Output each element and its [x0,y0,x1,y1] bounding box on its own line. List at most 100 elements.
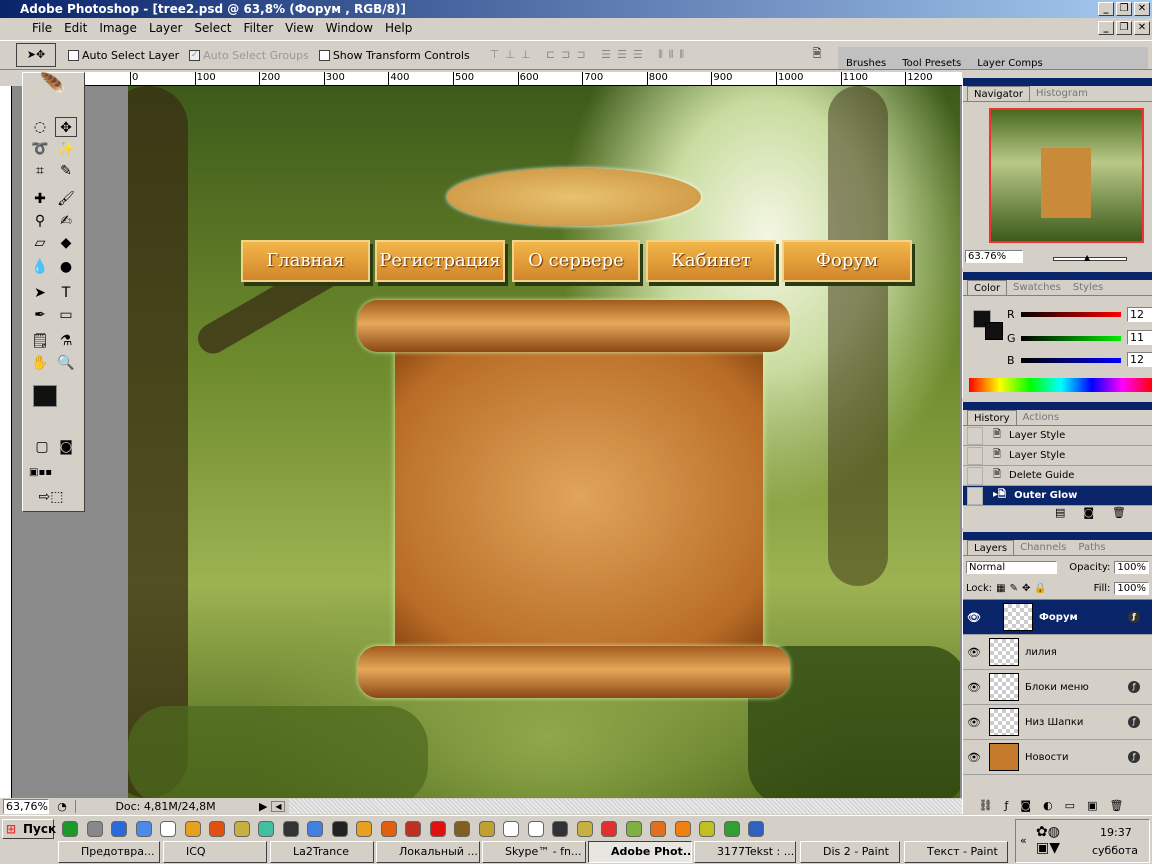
taskbar-button[interactable]: Локальный ... [376,841,480,863]
quick-launch-icon[interactable] [503,821,519,837]
tab-actions[interactable]: Actions [1017,410,1066,425]
quick-launch-icon[interactable] [307,821,323,837]
menu-filter[interactable]: Filter [237,21,279,35]
quick-launch-icon[interactable] [650,821,666,837]
quick-launch-icon[interactable] [111,821,127,837]
doc-close-button[interactable]: ✕ [1134,21,1150,35]
pen-tool-icon[interactable]: ✒ [29,305,51,325]
taskbar-button[interactable]: La2Trance [270,841,374,863]
stamp-tool-icon[interactable]: ⚲ [29,211,51,231]
tab-layer-comps[interactable]: Layer Comps [969,58,1050,69]
quick-launch-icon[interactable] [699,821,715,837]
marquee-tool-icon[interactable]: ◌ [29,117,51,137]
quick-launch-icon[interactable] [282,821,299,837]
tab-channels[interactable]: Channels [1014,540,1072,555]
history-brush-icon[interactable]: ✍ [55,211,77,231]
quick-launch-icon[interactable] [160,821,176,837]
menu-file[interactable]: File [26,21,58,35]
taskbar-button[interactable]: Текст - Paint [904,841,1008,863]
zoom-field[interactable]: 63,76% [3,799,49,814]
auto-select-layer-checkbox[interactable]: Auto Select Layer [68,49,179,62]
taskbar-button[interactable]: 3177Tekst : ... [694,841,796,863]
doc-restore-button[interactable]: ❐ [1116,21,1132,35]
horizontal-scrollbar[interactable] [289,799,962,814]
auto-select-groups-checkbox[interactable]: ✓ Auto Select Groups [189,49,309,62]
tab-styles[interactable]: Styles [1067,280,1109,295]
quick-launch-icon[interactable] [601,821,617,837]
path-selection-icon[interactable]: ➤ [29,283,51,303]
tab-histogram[interactable]: Histogram [1030,86,1094,101]
close-button[interactable]: ✕ [1134,2,1150,16]
jump-to-imageready-icon[interactable]: ⇨⬚ [31,487,71,507]
lock-icons[interactable]: ▦✎✥🔒 [996,583,1051,594]
layer-row[interactable]: 👁 Блоки меню ƒ [963,670,1152,705]
eye-icon[interactable]: 👁 [963,646,985,659]
quick-launch-icon[interactable] [429,821,446,837]
menu-help[interactable]: Help [379,21,418,35]
quick-launch-icon[interactable] [478,821,495,837]
quick-launch-icon[interactable] [184,821,201,837]
foreground-color-swatch[interactable] [33,385,57,407]
screen-mode-icons[interactable]: ▣▪▪ [29,463,52,483]
eraser-tool-icon[interactable]: ▱ [29,233,51,253]
blur-tool-icon[interactable]: 💧 [29,257,51,277]
eye-icon[interactable]: 👁 [963,751,985,764]
quick-launch-icon[interactable] [86,821,103,837]
navigator-thumbnail[interactable] [989,108,1144,243]
history-item[interactable]: 🗎 Delete Guide [963,466,1152,486]
r-field[interactable]: 12 [1127,307,1152,322]
tray-expand-icon[interactable]: « [1020,834,1027,847]
bg-color[interactable] [985,322,1003,340]
show-transform-controls-checkbox[interactable]: Show Transform Controls [318,49,470,62]
doc-minimize-button[interactable]: _ [1098,21,1114,35]
fill-field[interactable]: 100% [1114,582,1149,595]
vertical-ruler[interactable] [0,86,12,798]
shape-tool-icon[interactable]: ▭ [55,305,77,325]
quick-launch-icon[interactable] [258,821,274,837]
type-tool-icon[interactable]: T [55,283,77,303]
eye-icon[interactable]: 👁 [963,681,985,694]
r-slider[interactable] [1021,312,1121,317]
b-slider[interactable] [1021,358,1121,363]
g-slider[interactable] [1021,336,1121,341]
quick-launch-icon[interactable] [748,821,764,837]
scroll-left-button[interactable]: ◀ [271,801,286,812]
quick-launch-icon[interactable] [723,821,740,837]
quick-launch-icon[interactable] [552,821,568,837]
menu-layer[interactable]: Layer [143,21,188,35]
tab-brushes[interactable]: Brushes [838,58,894,69]
align-buttons[interactable]: ⊤⊥⊥ ⊏⊐⊐ ☰☰☰ ⫴⫴⫴ [490,48,690,62]
quick-launch-icon[interactable] [209,821,225,837]
minimize-button[interactable]: _ [1098,2,1114,16]
file-browser-icon[interactable]: 🗎 [806,45,828,65]
notes-tool-icon[interactable]: 🗒 [29,331,51,351]
history-item[interactable]: 🗎 Layer Style [963,446,1152,466]
quick-launch-icon[interactable] [527,821,544,837]
standard-mode-icon[interactable]: ▢ [31,437,53,457]
slice-tool-icon[interactable]: ✎ [55,161,77,181]
tray-icons[interactable]: ✿◍ ▣▼ [1036,824,1060,856]
opacity-field[interactable]: 100% [1114,560,1149,574]
tab-paths[interactable]: Paths [1072,540,1111,555]
eye-icon[interactable]: 👁 [963,611,985,624]
quick-launch-icon[interactable] [405,821,421,837]
hand-tool-icon[interactable]: ✋ [29,353,51,373]
lasso-tool-icon[interactable]: ➰ [29,139,51,159]
menu-edit[interactable]: Edit [58,21,93,35]
restore-button[interactable]: ❐ [1116,2,1132,16]
taskbar-button-active[interactable]: Adobe Phot... [588,841,692,863]
zoom-tool-icon[interactable]: 🔍 [55,353,77,373]
g-field[interactable]: 11 [1127,330,1152,345]
quick-launch-icon[interactable] [356,821,372,837]
layers-footer-icons[interactable]: ⛓ƒ◙◐▭▣🗑 [963,799,1151,812]
layer-row[interactable]: 👁 Низ Шапки ƒ [963,705,1152,740]
quick-launch-icon[interactable] [454,821,470,837]
tab-color[interactable]: Color [967,280,1008,295]
quick-launch-icon[interactable] [625,821,642,837]
tab-navigator[interactable]: Navigator [967,86,1030,101]
status-menu-icon[interactable]: ◔ [53,800,71,813]
tab-history[interactable]: History [967,410,1017,425]
magic-wand-icon[interactable]: ✨ [55,139,77,159]
navigator-zoom-field[interactable]: 63.76% [965,250,1023,263]
quick-launch-icon[interactable] [62,821,78,837]
